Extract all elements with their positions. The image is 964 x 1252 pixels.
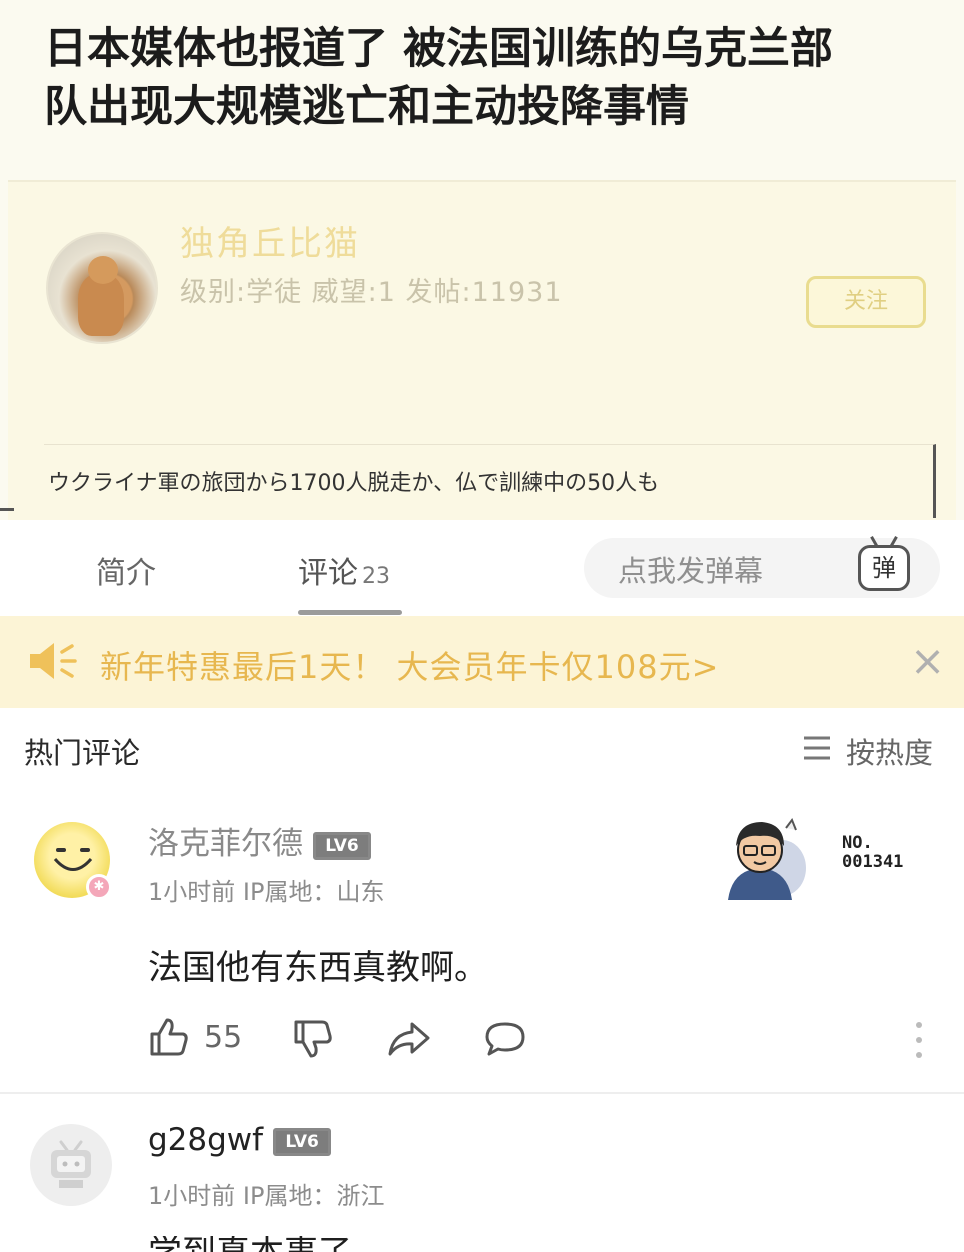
close-icon[interactable]: ×	[910, 640, 945, 682]
fan-number-badge: NO. 001341	[842, 834, 903, 872]
thumbs-down-icon[interactable]	[292, 1018, 334, 1060]
avatar-pendant-sticker	[728, 817, 806, 900]
speaker-icon	[30, 643, 77, 679]
tab-comments[interactable]: 评论 23	[298, 548, 390, 592]
like-count: 55	[204, 1020, 243, 1055]
thumbs-up-icon[interactable]	[148, 1016, 190, 1058]
comment-text: 法国他有东西真教啊。	[148, 948, 488, 988]
comment-author-name: 洛克菲尔德	[148, 826, 303, 862]
danmaku-placeholder: 点我发弹幕	[618, 554, 764, 588]
user-avatar[interactable]	[46, 232, 158, 344]
headline: 日本媒体也报道了 被法国训练的乌克兰部 队出现大规模逃亡和主动投降事情	[44, 20, 924, 136]
avatar-eye	[56, 848, 66, 852]
level-badge: LV6	[313, 831, 371, 860]
cat-head	[88, 256, 118, 284]
headline-line-2: 队出现大规模逃亡和主动投降事情	[44, 82, 689, 132]
verified-badge-icon: ✱	[86, 874, 112, 900]
comment-bubble-icon[interactable]	[484, 1020, 526, 1058]
comment-text: 学到真本事了	[148, 1236, 408, 1252]
post-user-stats: 级别:学徒 威望:1 发帖:11931	[180, 277, 563, 308]
tv-mascot-icon	[51, 1140, 91, 1188]
comment-avatar-default[interactable]	[30, 1124, 112, 1206]
avatar-smile	[53, 857, 93, 871]
divider-tick	[0, 508, 14, 511]
comment-author-name: g28gwf	[148, 1122, 264, 1158]
comment-meta: 1小时前 IP属地：山东	[148, 878, 385, 906]
quoted-article-title[interactable]: ウクライナ軍の旅団から1700人脱走か、仏で訓練中の50人も	[44, 444, 936, 518]
sort-by-hot-button[interactable]: 按热度	[846, 730, 933, 772]
post-username[interactable]: 独角丘比猫	[180, 216, 360, 265]
tab-comments-count: 23	[362, 564, 390, 589]
headline-line-1: 日本媒体也报道了 被法国训练的乌克兰部	[44, 24, 833, 74]
share-icon[interactable]	[386, 1020, 432, 1058]
follow-button[interactable]: 关注	[806, 276, 926, 328]
active-tab-indicator	[298, 610, 402, 615]
comment-author[interactable]: 洛克菲尔德 LV6	[148, 818, 371, 863]
tab-intro[interactable]: 简介	[96, 548, 156, 592]
comment-text-clipped: 学到真本事了	[148, 1236, 408, 1252]
hot-comments-title: 热门评论	[24, 736, 141, 770]
tab-comments-label: 评论	[298, 556, 358, 591]
fan-number-value: 001341	[842, 852, 904, 872]
level-badge: LV6	[273, 1127, 332, 1156]
fan-number-label: NO.	[842, 833, 873, 853]
danmaku-toggle-icon[interactable]: 弹	[858, 545, 910, 591]
avatar-eye	[80, 848, 90, 852]
sort-lines-icon[interactable]	[802, 735, 832, 761]
comment-meta: 1小时前 IP属地：浙江	[148, 1182, 385, 1210]
promo-text[interactable]: 新年特惠最后1天！ 大会员年卡仅108元>	[100, 642, 719, 688]
more-vertical-icon[interactable]	[914, 1020, 924, 1060]
comment-divider	[0, 1092, 964, 1094]
comment-author[interactable]: g28gwf LV6	[148, 1122, 332, 1158]
